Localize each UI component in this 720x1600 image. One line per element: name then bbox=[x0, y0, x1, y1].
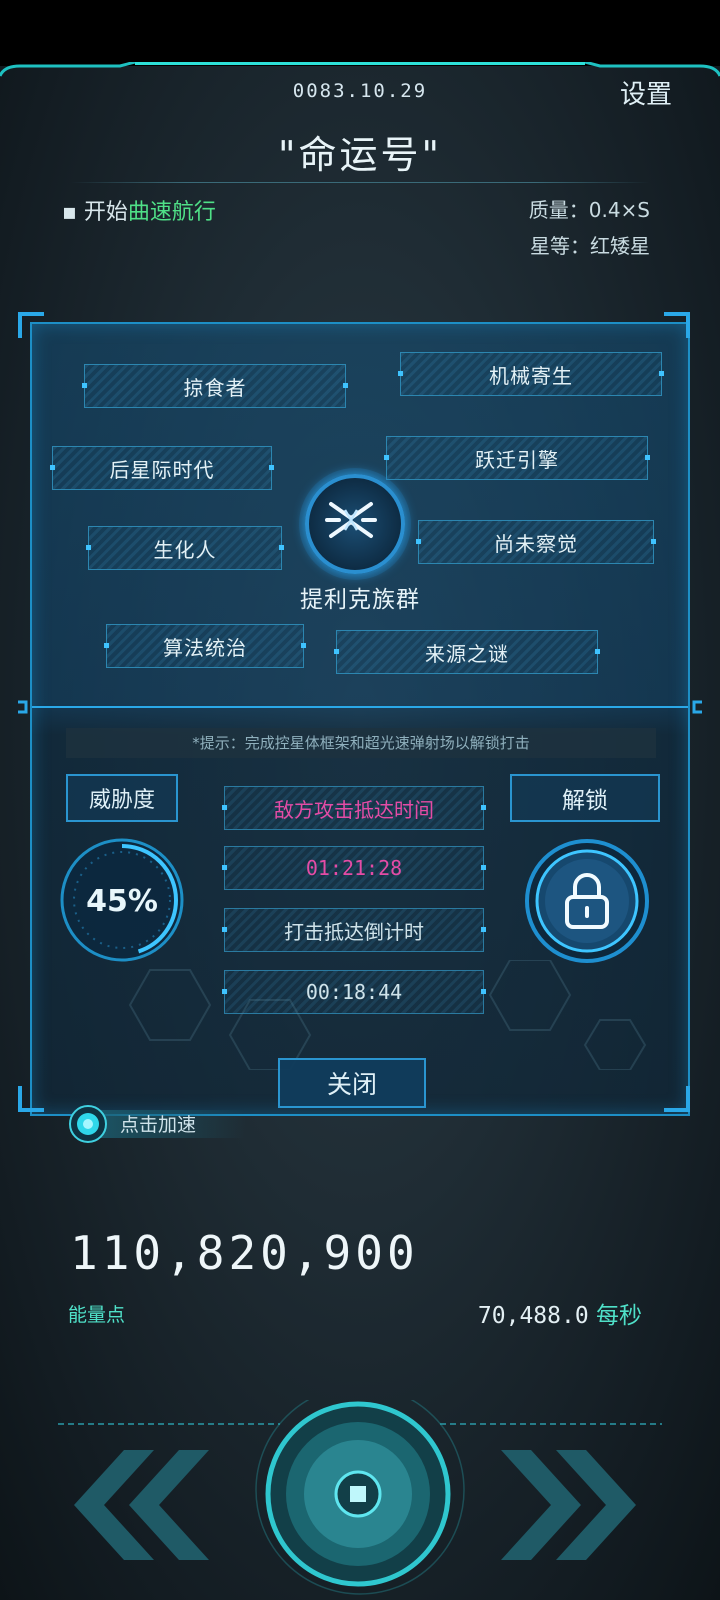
ship-name: "命运号" bbox=[278, 133, 442, 177]
energy-rate-unit: 每秒 bbox=[596, 1303, 642, 1329]
game-date: 0083.10.29 bbox=[292, 80, 428, 102]
cruise-status: ▪ 开始曲速航行 bbox=[62, 200, 216, 225]
next-arrow-icon[interactable] bbox=[496, 1450, 646, 1560]
trait-tag: 掠食者 bbox=[82, 364, 348, 408]
panel-corner bbox=[18, 312, 44, 338]
trait-tag: 机械寄生 bbox=[398, 352, 664, 396]
enemy-arrival-label: 敌方攻击抵达时间 bbox=[222, 786, 486, 830]
energy-label: 能量点 bbox=[68, 1304, 126, 1326]
unlock-button[interactable]: 解锁 bbox=[510, 774, 660, 822]
trait-tag: 来源之谜 bbox=[334, 630, 600, 674]
star-class-stat: 星等：红矮星 bbox=[530, 234, 650, 258]
trait-tag: 尚未察觉 bbox=[416, 520, 656, 564]
cruise-highlight: 曲速航行 bbox=[127, 200, 216, 225]
settings-button[interactable]: 设置 bbox=[620, 74, 672, 111]
cruise-prefix: 开始 bbox=[83, 200, 128, 225]
trait-tag: 后星际时代 bbox=[50, 446, 274, 490]
panel-corner bbox=[664, 312, 690, 338]
faction-emblem-icon bbox=[305, 474, 405, 574]
hex-decoration bbox=[128, 960, 647, 1070]
panel-corner bbox=[664, 1086, 690, 1112]
close-button[interactable]: 关闭 bbox=[278, 1058, 426, 1108]
energy-rate: 70,488.0 每秒 bbox=[478, 1296, 642, 1330]
threat-value: 45% bbox=[86, 884, 158, 919]
unlock-hint: *提示：完成控星体框架和超光速弹射场以解锁打击 bbox=[66, 728, 656, 758]
panel-corner bbox=[18, 1086, 44, 1112]
energy-value: 110,820,900 bbox=[70, 1226, 419, 1280]
top-frame bbox=[0, 62, 720, 77]
energy-rate-value: 70,488.0 bbox=[477, 1303, 589, 1329]
accelerate-label: 点击加速 bbox=[120, 1114, 197, 1136]
strike-countdown-label: 打击抵达倒计时 bbox=[222, 908, 486, 952]
trait-tag: 跃迁引擎 bbox=[384, 436, 650, 480]
previous-arrow-icon[interactable] bbox=[64, 1450, 214, 1560]
mass-stat: 质量：0.4×S bbox=[528, 198, 650, 222]
trait-tag: 生化人 bbox=[86, 526, 284, 570]
status-bar-area bbox=[0, 0, 720, 66]
trait-tag: 算法统治 bbox=[104, 624, 306, 668]
threat-label: 威胁度 bbox=[66, 774, 178, 822]
enemy-arrival-time: 01:21:28 bbox=[222, 846, 486, 890]
panel-divider bbox=[18, 700, 702, 714]
header-divider bbox=[70, 182, 650, 183]
faction-name: 提利克族群 bbox=[300, 587, 420, 613]
game-screen: 0083.10.29 设置 "命运号" ▪ 开始曲速航行 质量：0.4×S 星等… bbox=[0, 0, 720, 1600]
main-action-button[interactable] bbox=[262, 1398, 454, 1590]
lock-icon[interactable] bbox=[524, 838, 650, 964]
